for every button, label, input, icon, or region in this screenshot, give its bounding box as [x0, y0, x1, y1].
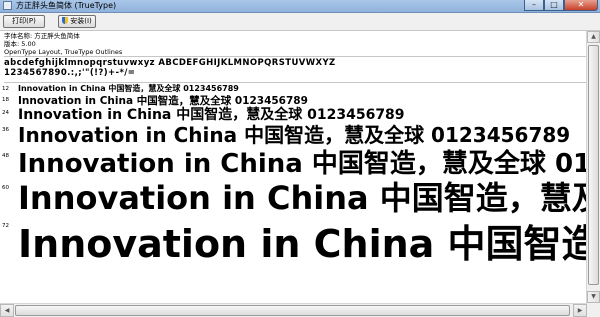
sample-size-label: 60 — [2, 185, 9, 191]
horizontal-scrollbar[interactable]: ◀ ▶ — [0, 303, 587, 317]
scroll-down-icon[interactable]: ▼ — [587, 291, 600, 303]
character-set: abcdefghijklmnopqrstuvwxyz ABCDEFGHIJKLM… — [4, 58, 336, 78]
sample-size-label: 24 — [2, 110, 9, 116]
sample-size-label: 48 — [2, 153, 9, 159]
toolbar: 打印(P) 安装(I) — [0, 13, 600, 31]
scroll-up-icon[interactable]: ▲ — [587, 31, 600, 43]
sample-text: Innovation in China 中国智造，慧及全球 0123456789 — [18, 222, 586, 266]
sample-area: 12 Innovation in China 中国智造，慧及全球 0123456… — [0, 83, 586, 303]
font-info: 字体名称: 方正胖头鱼简体 版本: 5.00 OpenType Layout, … — [4, 32, 122, 56]
sample-size-label: 18 — [2, 97, 9, 103]
install-button-label: 安装(I) — [70, 17, 92, 25]
divider — [4, 56, 596, 57]
font-type-line: OpenType Layout, TrueType Outlines — [4, 48, 123, 56]
sample-size-label: 72 — [2, 223, 9, 229]
print-button[interactable]: 打印(P) — [3, 15, 45, 28]
shield-icon — [62, 17, 69, 24]
title-bar: 方正胖头鱼简体 (TrueType) – □ ✕ — [0, 0, 600, 13]
scroll-left-icon[interactable]: ◀ — [0, 304, 14, 317]
horizontal-scroll-thumb[interactable] — [15, 305, 570, 316]
window-title: 方正胖头鱼简体 (TrueType) — [16, 1, 117, 10]
charset-letters: abcdefghijklmnopqrstuvwxyz ABCDEFGHIJKLM… — [4, 58, 336, 68]
charset-digits: 1234567890.:,;'"(!?)+-*/= — [4, 68, 136, 78]
window-controls: – □ ✕ — [524, 0, 598, 12]
vertical-scrollbar[interactable]: ▲ ▼ — [586, 31, 600, 303]
font-file-icon — [3, 1, 12, 10]
sample-size-label: 36 — [2, 127, 9, 133]
scroll-right-icon[interactable]: ▶ — [573, 304, 587, 317]
scrollbar-corner — [587, 303, 600, 317]
font-version-line: 版本: 5.00 — [4, 40, 36, 48]
close-button[interactable]: ✕ — [564, 0, 598, 11]
minimize-button[interactable]: – — [524, 0, 544, 11]
vertical-scroll-thumb[interactable] — [588, 45, 599, 285]
maximize-button[interactable]: □ — [544, 0, 564, 11]
sample-size-label: 12 — [2, 86, 9, 92]
install-button[interactable]: 安装(I) — [58, 15, 96, 28]
font-name-line: 字体名称: 方正胖头鱼简体 — [4, 32, 80, 40]
